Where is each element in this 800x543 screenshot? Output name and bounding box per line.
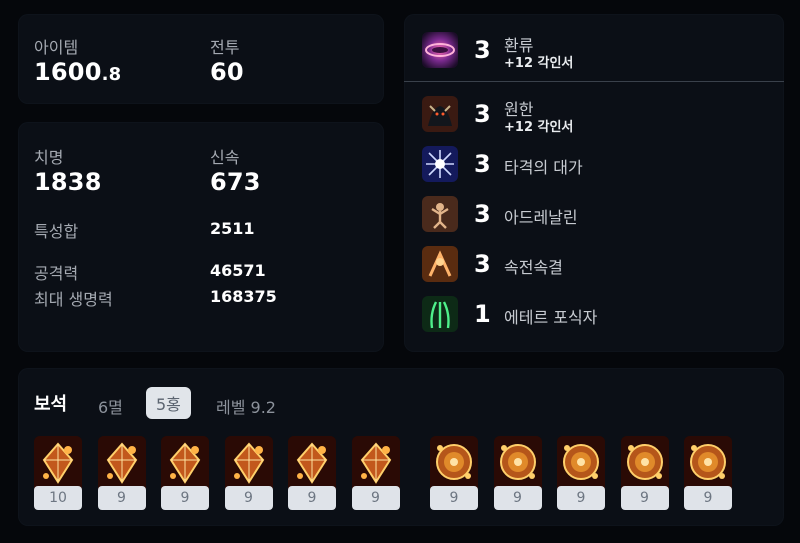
gem-slot[interactable]: 9 [493, 436, 542, 512]
gem-level: 9 [557, 486, 605, 510]
engraving-row[interactable]: 3 아드레날린 [422, 196, 784, 236]
crit-value: 1838 [34, 168, 102, 196]
cooldown-gem-icon [557, 436, 605, 490]
combat-stats-card: 치명 1838 신속 673 특성합 2511 공격력 46571 최대 생명력… [18, 122, 384, 352]
gem-level: 9 [288, 486, 336, 510]
gem-slot[interactable]: 9 [557, 436, 605, 512]
engraving-name: 아드레날린 [504, 208, 578, 227]
destruction-gem-icon [34, 436, 82, 490]
destruction-gem-icon [97, 436, 146, 490]
combat-level-value: 60 [210, 58, 244, 86]
engraving-book: +12 각인서 [504, 56, 574, 71]
total-stats-value: 2511 [210, 219, 255, 238]
item-level-main: 1600 [34, 58, 102, 86]
gem-level: 9 [430, 486, 478, 510]
engraving-level: 3 [474, 150, 491, 178]
engraving-name: 에테르 포식자 [504, 308, 598, 327]
gem-level: 9 [684, 486, 732, 510]
engraving-name: 속전속결 [504, 258, 563, 277]
attack-power-value: 46571 [210, 261, 266, 280]
hit-master-icon [422, 146, 458, 182]
item-level-decimal: .8 [101, 64, 122, 85]
total-stats-label: 특성합 [34, 222, 79, 241]
engravings-card: 3 환류 +12 각인서 3 원한 +12 각인서 3 타격의 대가 3 아드레… [404, 14, 784, 352]
max-hp-value: 168375 [210, 287, 277, 306]
crit-label: 치명 [34, 148, 64, 167]
gem-slot[interactable]: 9 [288, 436, 336, 512]
engraving-row[interactable]: 3 원한 +12 각인서 [422, 96, 784, 136]
destruction-gem-icon [288, 436, 336, 490]
engraving-level: 3 [474, 250, 491, 278]
gem-level: 10 [34, 486, 82, 510]
swift-strike-icon [422, 246, 458, 282]
destruction-gem-icon [351, 436, 400, 490]
cooldown-gem-icon [684, 436, 732, 490]
max-hp-label: 최대 생명력 [34, 290, 113, 309]
gem-slot[interactable]: 10 [34, 436, 82, 512]
engraving-divider [404, 81, 784, 82]
filter-chip-cooldown[interactable]: 5홍 [146, 387, 191, 419]
gem-slot[interactable]: 9 [684, 436, 732, 512]
engraving-row[interactable]: 3 환류 +12 각인서 [422, 32, 784, 72]
engraving-row[interactable]: 1 에테르 포식자 [422, 296, 784, 336]
item-level-card: 아이템 1600.8 전투 60 [18, 14, 384, 104]
gem-slot[interactable]: 9 [430, 436, 478, 512]
gem-slot[interactable]: 9 [97, 436, 146, 512]
gem-slot[interactable]: 9 [620, 436, 669, 512]
filter-chip-level[interactable]: 레벨 9.2 [206, 390, 286, 422]
gems-card: 보석 6멸 5홍 레벨 9.2 10 9 9 9 9 9 99999 [18, 368, 784, 526]
destruction-gem-icon [224, 436, 273, 490]
grudge-icon [422, 96, 458, 132]
gem-slot[interactable]: 9 [224, 436, 273, 512]
engraving-row[interactable]: 3 타격의 대가 [422, 146, 784, 186]
ether-predator-icon [422, 296, 458, 332]
engraving-level: 3 [474, 100, 491, 128]
engraving-level: 3 [474, 36, 491, 64]
swift-label: 신속 [210, 148, 240, 167]
attack-power-label: 공격력 [34, 264, 79, 283]
gem-level: 9 [97, 486, 146, 510]
swift-value: 673 [210, 168, 261, 196]
gem-level: 9 [351, 486, 400, 510]
adrenaline-icon [422, 196, 458, 232]
combat-level-label: 전투 [210, 38, 240, 57]
gems-title: 보석 [34, 394, 68, 415]
gem-level: 9 [620, 486, 669, 510]
destruction-gem-icon [161, 436, 209, 490]
item-level-label: 아이템 [34, 38, 79, 57]
gem-level: 9 [493, 486, 542, 510]
item-level-value: 1600.8 [34, 58, 121, 86]
engraving-name: 타격의 대가 [504, 158, 583, 177]
gem-slot[interactable]: 9 [161, 436, 209, 512]
gem-level: 9 [161, 486, 209, 510]
engraving-row[interactable]: 3 속전속결 [422, 246, 784, 286]
cooldown-gem-icon [620, 436, 669, 490]
cooldown-gem-icon [430, 436, 478, 490]
gem-slot[interactable]: 9 [351, 436, 400, 512]
engraving-book: +12 각인서 [504, 120, 574, 135]
filter-chip-destruction[interactable]: 6멸 [88, 390, 133, 422]
engraving-level: 3 [474, 200, 491, 228]
gem-level: 9 [224, 486, 273, 510]
vortex-icon [422, 32, 458, 68]
cooldown-gem-icon [493, 436, 542, 490]
engraving-level: 1 [474, 300, 491, 328]
